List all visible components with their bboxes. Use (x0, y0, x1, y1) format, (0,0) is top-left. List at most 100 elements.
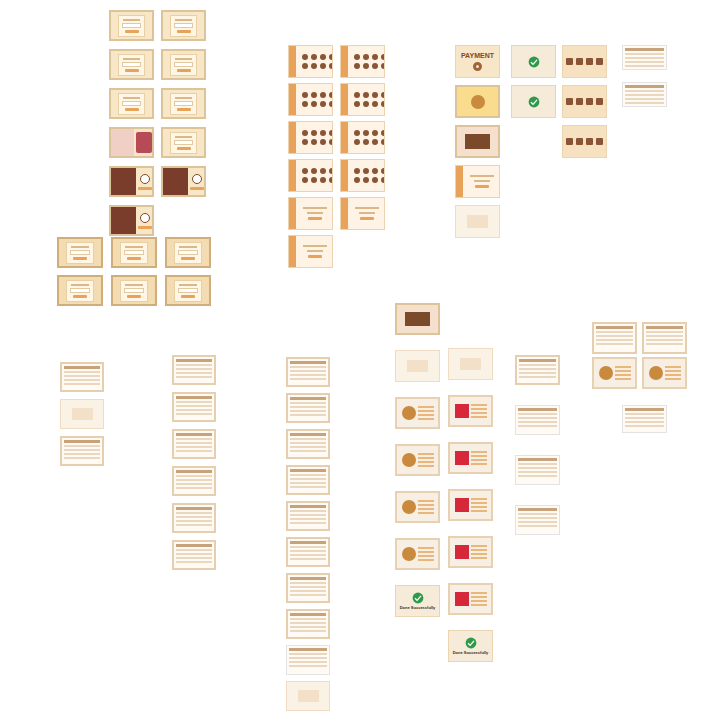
screen-frame[interactable] (515, 455, 560, 485)
screen-frame[interactable] (622, 45, 667, 70)
screen-frame[interactable] (288, 235, 333, 268)
screen-frame[interactable] (172, 503, 216, 533)
screen-frame[interactable] (165, 275, 211, 306)
form-card (118, 54, 145, 76)
screen-frame[interactable] (340, 45, 385, 78)
screen-frame[interactable] (455, 125, 500, 158)
screen-frame[interactable] (288, 197, 333, 230)
screen-frame[interactable] (286, 393, 330, 423)
screen-frame[interactable] (515, 355, 560, 385)
screen-frame[interactable] (286, 429, 330, 459)
side-panel (138, 174, 152, 190)
screen-frame[interactable] (286, 357, 330, 387)
screen-frame[interactable] (340, 121, 385, 154)
screen-frame[interactable] (511, 45, 556, 78)
screen-frame[interactable] (286, 645, 330, 675)
screen-frame[interactable] (395, 350, 440, 382)
screen-frame[interactable] (161, 127, 206, 158)
screen-frame[interactable] (288, 159, 333, 192)
product-thumb (302, 63, 308, 69)
screen-frame[interactable] (161, 49, 206, 80)
screen-frame[interactable] (448, 489, 493, 521)
item-details (615, 366, 631, 380)
screen-frame[interactable] (340, 197, 385, 230)
screen-frame[interactable] (448, 583, 493, 615)
item-details (471, 592, 487, 606)
screen-frame[interactable] (448, 536, 493, 568)
screen-frame[interactable] (395, 444, 440, 476)
screen-frame[interactable] (172, 392, 216, 422)
screen-frame[interactable] (172, 466, 216, 496)
screen-frame[interactable] (592, 322, 637, 354)
screen-frame[interactable] (109, 166, 154, 197)
screen-frame[interactable]: Done Successfully (448, 630, 493, 662)
screen-frame[interactable] (161, 166, 206, 197)
form-card (118, 93, 145, 115)
screen-frame[interactable] (161, 10, 206, 41)
product-grid (350, 92, 385, 107)
screen-frame[interactable] (172, 429, 216, 459)
item-image (455, 498, 469, 512)
screen-frame[interactable] (60, 436, 104, 466)
input-field (174, 140, 193, 145)
screen-frame[interactable] (515, 405, 560, 435)
screen-frame[interactable] (395, 538, 440, 570)
screen-frame[interactable] (286, 573, 330, 603)
product-thumb (302, 130, 308, 136)
table-row (176, 557, 212, 559)
screen-frame[interactable] (288, 121, 333, 154)
screen-frame[interactable] (57, 237, 103, 268)
screen-frame[interactable] (165, 237, 211, 268)
screen-frame[interactable] (562, 45, 607, 78)
screen-frame[interactable] (161, 88, 206, 119)
screen-frame[interactable] (286, 609, 330, 639)
screen-frame[interactable] (395, 397, 440, 429)
screen-frame[interactable]: Done Successfully (395, 585, 440, 617)
screen-frame[interactable] (642, 357, 687, 389)
screen-frame[interactable] (60, 362, 104, 392)
screen-frame[interactable] (109, 10, 154, 41)
screen-frame[interactable] (109, 127, 154, 158)
screen-frame[interactable] (562, 85, 607, 118)
screen-frame[interactable] (288, 45, 333, 78)
screen-frame[interactable] (622, 82, 667, 107)
screen-frame[interactable] (111, 237, 157, 268)
product-thumb (381, 63, 385, 69)
screen-frame[interactable] (562, 125, 607, 158)
screen-frame[interactable] (455, 165, 500, 198)
screen-frame[interactable] (448, 442, 493, 474)
screen-frame[interactable] (286, 537, 330, 567)
screen-frame[interactable] (340, 159, 385, 192)
screen-frame[interactable] (395, 303, 440, 335)
screen-frame[interactable] (592, 357, 637, 389)
screen-frame[interactable] (455, 85, 500, 118)
screen-frame[interactable] (448, 395, 493, 427)
screen-frame[interactable] (109, 49, 154, 80)
screen-frame[interactable] (109, 205, 154, 236)
item-details (418, 500, 434, 514)
screen-frame[interactable] (448, 348, 493, 380)
screen-frame[interactable] (286, 465, 330, 495)
screen-frame[interactable] (395, 491, 440, 523)
placeholder-block (407, 360, 429, 372)
item-image (455, 404, 469, 418)
screen-frame[interactable] (172, 355, 216, 385)
screen-frame[interactable] (340, 83, 385, 116)
screen-frame[interactable] (60, 399, 104, 429)
screen-frame[interactable] (515, 505, 560, 535)
screen-frame[interactable] (642, 322, 687, 354)
screen-frame[interactable] (286, 681, 330, 711)
table-header (64, 366, 100, 369)
screen-frame[interactable] (111, 275, 157, 306)
screen-frame[interactable] (286, 501, 330, 531)
screen-frame[interactable] (622, 405, 667, 433)
screen-frame[interactable] (109, 88, 154, 119)
screen-frame[interactable] (172, 540, 216, 570)
table-header (646, 326, 683, 329)
screen-frame[interactable] (455, 205, 500, 238)
screen-frame[interactable] (511, 85, 556, 118)
screen-frame[interactable] (288, 83, 333, 116)
table-row (176, 524, 212, 526)
screen-frame[interactable] (57, 275, 103, 306)
screen-frame[interactable]: PAYMENT (455, 45, 500, 78)
